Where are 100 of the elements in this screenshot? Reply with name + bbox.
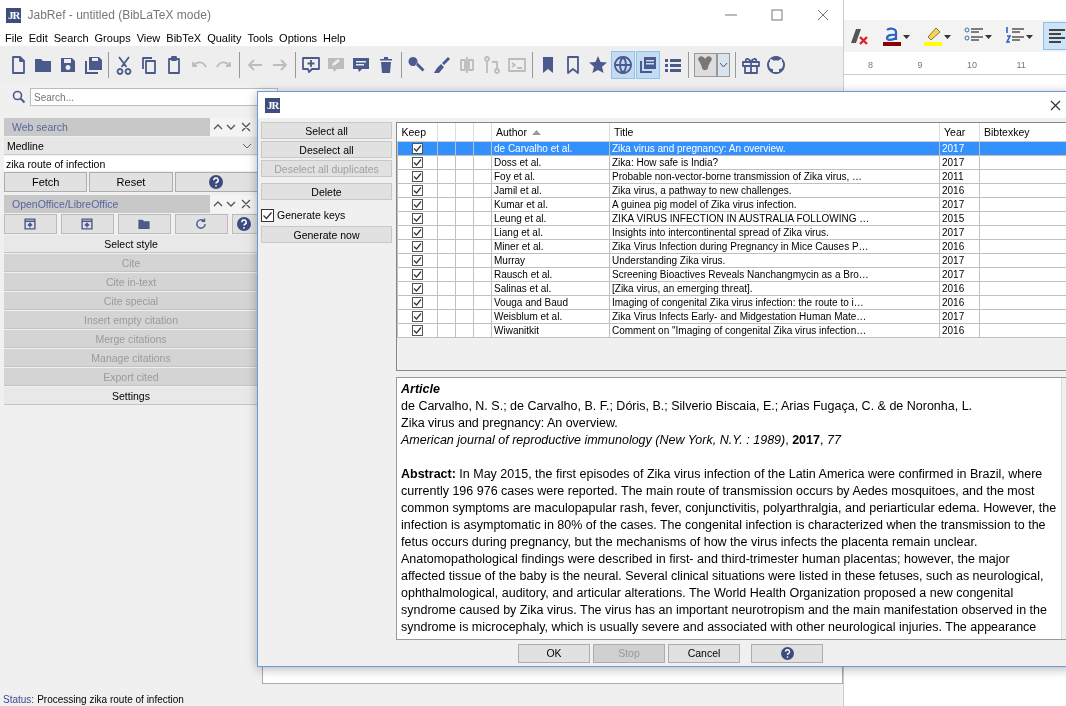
keep-checkbox[interactable] [412,171,423,182]
menu-item[interactable]: BibTeX [166,32,202,44]
table-cell: [Zika virus, an emerging threat]. [609,281,940,296]
generate-now-button[interactable]: Generate now [261,226,392,243]
panel-title: Web search [12,121,68,133]
menu-item[interactable]: Options [279,32,317,44]
refresh-button[interactable] [174,214,228,234]
table-cell: Zika Virus Infection during Pregnancy in Mice Causes P… [609,239,940,254]
upload-panel-icon [23,217,38,231]
keep-checkbox[interactable] [412,325,423,336]
table-cell: Liang et al. [491,225,610,240]
menu-item[interactable]: Tools [247,32,274,44]
table-cell: A guinea pig model of Zika virus infection. [609,197,940,212]
table-cell: 2016 [939,239,980,254]
dialog-button[interactable]: OK [518,643,590,663]
keep-checkbox[interactable] [412,241,423,252]
upload-panel-button[interactable] [60,214,114,234]
table-cell: Insights into intercontinental spread of Zika virus. [609,225,940,240]
column-header[interactable]: Bibtexkey [979,123,1066,142]
column-header[interactable]: Year [939,123,980,142]
upload-panel-button[interactable] [4,214,57,234]
ruler-number: 11 [1016,60,1027,70]
chevron-down-icon [242,141,252,150]
office-action-button[interactable]: Select style [4,235,258,253]
panel-controls-icon[interactable] [210,195,258,213]
keep-checkbox[interactable] [412,311,423,322]
menu-item[interactable]: Help [323,32,346,44]
entry-title: Zika virus and pregnancy: An overview. [401,414,619,432]
table-cell: 2017 [939,155,980,170]
office-action-button[interactable]: Settings [4,387,258,405]
help-button[interactable] [231,214,258,234]
panel-title: OpenOffice/LibreOffice [12,198,119,210]
table-cell: Vouga and Baud [491,295,610,310]
table-cell: Murray [491,253,610,268]
keep-checkbox[interactable] [412,269,423,280]
keep-checkbox[interactable] [412,157,423,168]
table-cell: Comment on "Imaging of congenital Zika virus infection… [609,323,940,338]
panel-button[interactable]: Fetch [4,172,88,192]
app-logo: JR [265,97,281,113]
dialog-button[interactable]: Deselect all [261,141,392,158]
menu-item[interactable]: Quality [207,32,242,44]
query-field[interactable]: zika route of infection [4,156,258,171]
help-button[interactable] [174,172,258,192]
entry-authors: de Carvalho, N. S.; de Carvalho, B. F.; Dóris, B.; Silverio Biscaia, E.; Arias Fugaça, C. & de Noronha, L. [401,397,974,415]
column-header[interactable]: Author [491,123,610,142]
table-cell: 2017 [939,267,980,282]
panel-controls-icon[interactable] [210,118,258,136]
folder-icon [137,217,152,231]
help-button[interactable] [751,643,823,663]
table-cell: Zika virus, a pathway to new challenges. [609,183,940,198]
menu-item[interactable]: View [136,32,161,44]
keep-checkbox[interactable] [412,143,423,154]
refresh-icon [194,217,209,231]
entry-type: Article [401,380,441,398]
ruler-number: 8 [868,60,874,70]
align-left-icon[interactable] [1043,22,1066,50]
preview-icon[interactable] [636,51,660,79]
table-cell: Kumar et al. [491,197,610,212]
table-cell: 2017 [939,225,980,240]
table-cell: 2017 [939,253,980,268]
table-cell: ZIKA VIRUS INFECTION IN AUSTRALIA FOLLOWING … [609,211,940,226]
table-cell: Jamil et al. [491,183,610,198]
status-label: Status: [3,693,35,705]
globe-icon[interactable] [611,51,635,79]
keep-checkbox[interactable] [412,255,423,266]
table-cell: Zika Virus Infects Early- and Midgestation Human Mate… [609,309,940,324]
keep-checkbox[interactable] [412,283,423,294]
close-icon[interactable] [1050,99,1061,111]
menu-item[interactable]: Edit [28,32,48,44]
checkbox[interactable] [261,208,274,222]
fetcher-dropdown[interactable]: Medline [4,137,258,155]
table-cell: 2016 [939,281,980,296]
column-header[interactable]: Keep [397,123,438,142]
table-cell: 2017 [939,309,980,324]
menu-item[interactable]: File [5,32,23,44]
table-cell: Foy et al. [491,169,610,184]
keep-checkbox[interactable] [412,213,423,224]
keep-checkbox[interactable] [412,297,423,308]
table-cell: Zika: How safe is India? [609,155,940,170]
dialog-button[interactable]: Select all [261,122,392,139]
keep-checkbox[interactable] [412,227,423,238]
dialog-button[interactable]: Cancel [668,643,740,663]
menu-item[interactable]: Groups [94,32,131,44]
table-cell: Doss et al. [491,155,610,170]
table-cell: Probable non-vector-borne transmission of Zika virus, … [609,169,940,184]
menu-item[interactable]: Search [53,32,89,44]
keep-checkbox[interactable] [412,185,423,196]
ruler-number: 10 [967,60,978,70]
table-cell: 2016 [939,295,980,310]
help-icon [209,175,224,189]
panel-button[interactable]: Reset [89,172,173,192]
entry-journal: American journal of reproductive immunology (New York, N.Y. : 1989), 2017, 77 [401,431,843,449]
dialog-button[interactable]: Delete [261,183,392,200]
table-cell: 2011 [939,169,980,184]
keep-checkbox[interactable] [412,199,423,210]
table-cell: Rausch et al. [491,267,610,282]
column-header[interactable]: Title [609,123,940,142]
status-text: Processing zika route of infection [37,693,184,705]
folder-button[interactable] [117,214,171,234]
table-cell: Salinas et al. [491,281,610,296]
